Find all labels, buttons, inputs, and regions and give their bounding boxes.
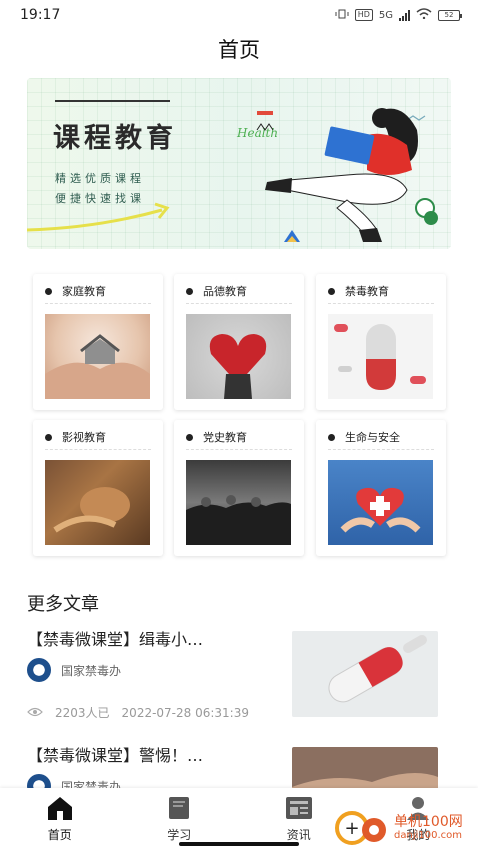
nav-home[interactable]: 首页 [20, 788, 100, 850]
bullet-icon [186, 433, 193, 441]
news-icon [285, 794, 313, 822]
battery-icon: 52 [438, 9, 462, 21]
wifi-icon [416, 8, 432, 22]
page-title: 首页 [218, 38, 260, 62]
svg-text:+: + [344, 818, 359, 839]
watermark-text: 单机100网 [394, 814, 463, 830]
watermark-sub: danji100.com [394, 830, 462, 841]
nav-label: 首页 [47, 828, 72, 842]
book-icon [165, 794, 193, 822]
bullet-icon [45, 287, 52, 295]
category-image-party-history [186, 460, 291, 545]
home-indicator [179, 842, 299, 846]
nav-label: 学习 [167, 828, 192, 842]
bullet-icon [328, 433, 335, 441]
category-card-film[interactable]: 影视教育 [33, 420, 163, 556]
category-label: 生命与安全 [345, 431, 400, 444]
article-title: 【禁毒微课堂】缉毒小… [27, 630, 204, 649]
category-card-life-safety[interactable]: 生命与安全 [316, 420, 446, 556]
category-label: 党史教育 [203, 431, 247, 444]
bullet-icon [328, 287, 335, 295]
banner-title: 课程教育 [53, 123, 177, 154]
eye-icon [27, 706, 43, 720]
article-source: 国家禁毒办 [27, 658, 121, 682]
banner-subtitle-1: 精选优质课程 [55, 172, 145, 185]
category-label: 禁毒教育 [345, 285, 389, 298]
source-name: 国家禁毒办 [61, 663, 122, 678]
network-label: 5G [378, 9, 393, 21]
category-card-moral[interactable]: 品德教育 [174, 274, 304, 410]
status-bar: 19:17 HD 5G 52 [0, 0, 478, 30]
banner-illustration [256, 108, 438, 242]
category-image-moral [186, 314, 291, 399]
banner-arrow-icon [27, 202, 170, 232]
category-image-antidrug [328, 314, 433, 399]
banner-decor-line [55, 100, 170, 102]
category-image-family [45, 314, 150, 399]
category-image-life-safety [328, 460, 433, 545]
category-label: 品德教育 [203, 285, 247, 298]
article-item[interactable]: 【禁毒微课堂】警惕！… 国家禁毒办 [27, 742, 451, 833]
vibrate-icon [335, 9, 349, 22]
category-card-antidrug[interactable]: 禁毒教育 [316, 274, 446, 410]
article-thumbnail [292, 631, 438, 717]
nav-label: 资讯 [286, 828, 311, 842]
category-card-family[interactable]: 家庭教育 [33, 274, 163, 410]
article-item[interactable]: 【禁毒微课堂】缉毒小… 国家禁毒办 2203人已 2022-07-28 06:3… [27, 626, 451, 730]
article-meta: 2203人已 2022-07-28 06:31:39 [27, 704, 249, 721]
watermark: + 单机100网 danji100.com [334, 808, 463, 848]
view-count: 2203人已 [55, 706, 110, 720]
status-time: 19:17 [20, 7, 61, 23]
category-label: 家庭教育 [62, 285, 106, 298]
bullet-icon [186, 287, 193, 295]
signal-icon [399, 9, 410, 21]
nav-news[interactable]: 资讯 [259, 788, 339, 850]
home-icon [46, 794, 74, 822]
article-title: 【禁毒微课堂】警惕！… [27, 746, 204, 765]
course-banner[interactable]: 课程教育 Health 精选优质课程 便捷快速找课 [27, 78, 451, 249]
publish-date: 2022-07-28 06:31:39 [121, 705, 249, 720]
more-articles-title: 更多文章 [27, 594, 99, 615]
hd-badge: HD [354, 9, 373, 21]
category-image-film [45, 460, 150, 545]
nav-study[interactable]: 学习 [139, 788, 219, 850]
source-logo-icon [27, 658, 51, 682]
status-icons: HD 5G 52 [335, 8, 462, 22]
category-label: 影视教育 [62, 431, 106, 444]
watermark-logo-icon: + [335, 811, 386, 845]
category-card-party-history[interactable]: 党史教育 [174, 420, 304, 556]
bullet-icon [45, 433, 52, 441]
